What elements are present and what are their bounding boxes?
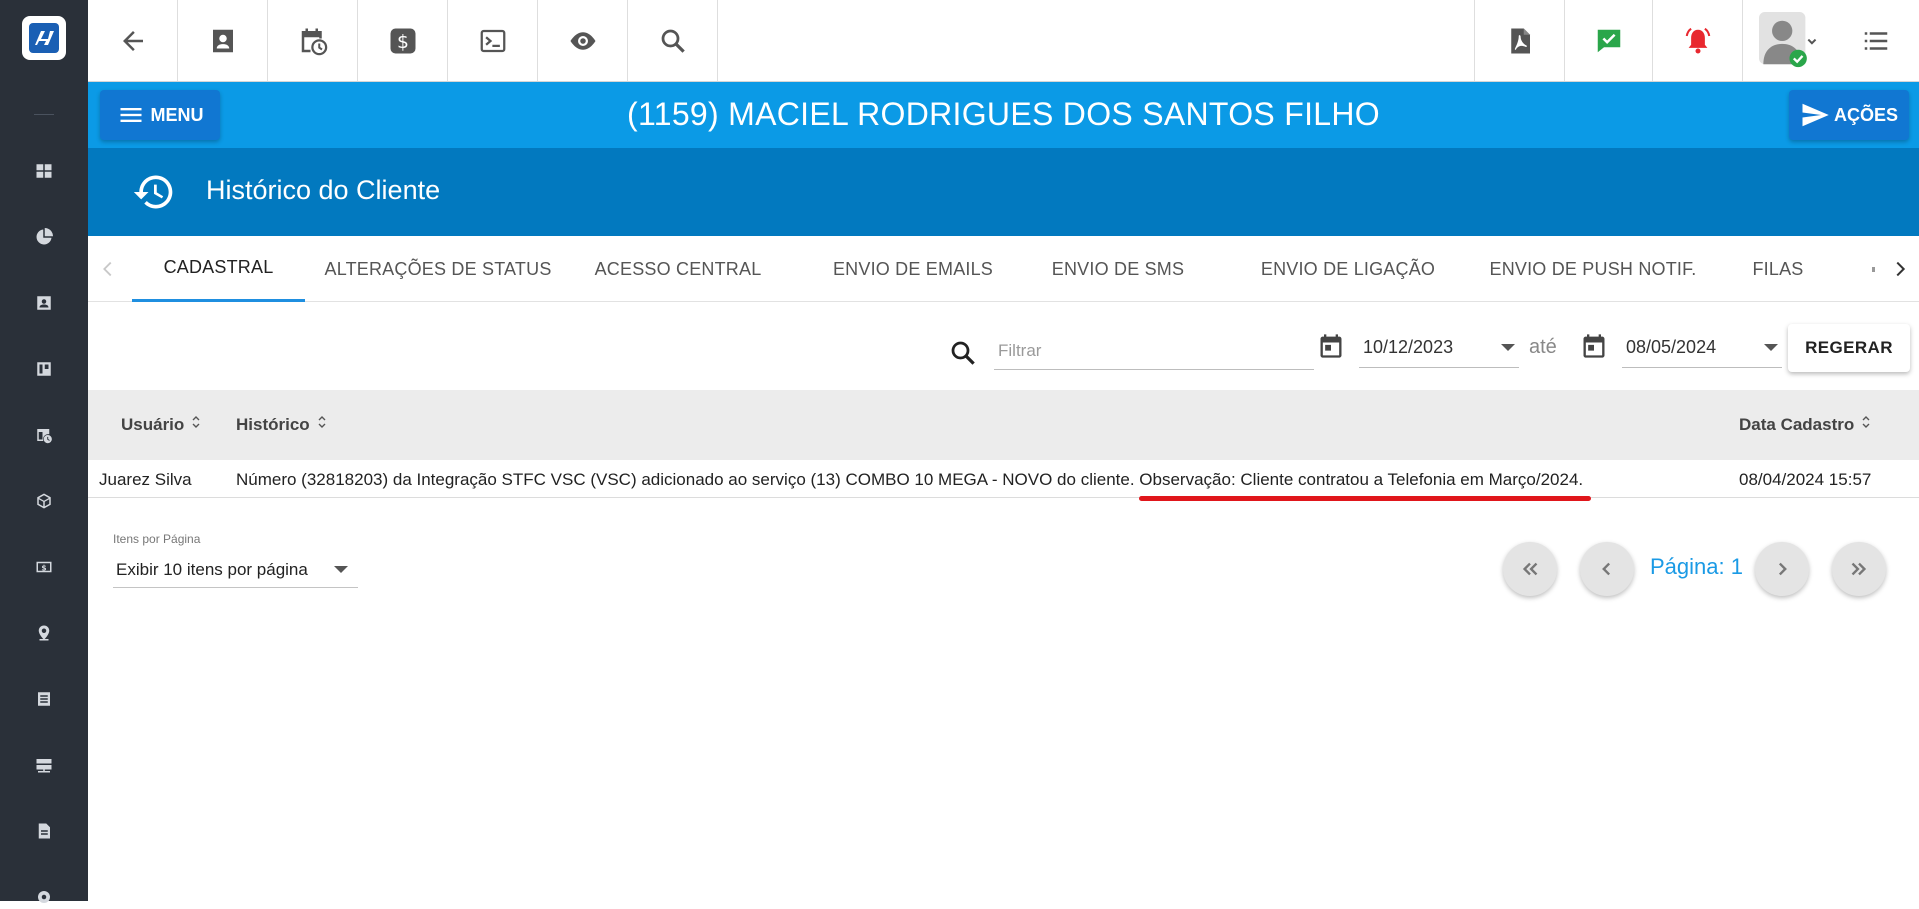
tab-cadastral[interactable]: CADASTRAL — [132, 236, 305, 302]
calendar-icon[interactable] — [1580, 332, 1610, 362]
actions-button-label: AÇÕES — [1833, 104, 1898, 125]
chevron-down-icon — [1764, 344, 1778, 351]
sort-icon — [190, 414, 202, 435]
first-page-button[interactable] — [1503, 542, 1557, 596]
table-header: Usuário Histórico Data Cadastro — [88, 390, 1919, 460]
package-icon[interactable] — [32, 489, 56, 513]
tab-alteracoes-de-status[interactable]: ALTERAÇÕES DE STATUS — [324, 236, 551, 302]
company-logo[interactable] — [22, 16, 66, 60]
chevron-right-icon — [1778, 562, 1787, 576]
menu-list-icon[interactable] — [1832, 0, 1919, 81]
history-observation: Observação: Cliente contratou a Telefoni… — [1139, 470, 1592, 501]
user-avatar[interactable] — [1742, 0, 1832, 81]
tab-envio-de-sms[interactable]: ENVIO DE SMS — [1048, 236, 1188, 302]
client-card-icon[interactable] — [178, 0, 268, 81]
sort-icon — [316, 414, 328, 435]
search-icon — [948, 338, 978, 368]
settings-icon[interactable] — [32, 885, 56, 909]
send-icon — [1802, 103, 1829, 127]
contact-card-icon[interactable] — [32, 291, 56, 315]
tab-overflow-fragment — [1872, 267, 1875, 272]
logo-mark — [29, 23, 59, 53]
tabs-scroll-left-icon[interactable] — [96, 256, 120, 282]
tabs-scroll-right-icon[interactable] — [1888, 256, 1912, 282]
tab-envio-de-push-notif[interactable]: ENVIO DE PUSH NOTIF. — [1488, 236, 1698, 302]
date-range-separator: até — [1529, 336, 1557, 358]
tab-envio-de-ligacao[interactable]: ENVIO DE LIGAÇÃO — [1258, 236, 1438, 302]
document-icon[interactable] — [32, 819, 56, 843]
calendar-clock-icon[interactable] — [268, 0, 358, 81]
list-icon[interactable] — [32, 687, 56, 711]
calendar-clock-icon[interactable] — [32, 423, 56, 447]
tab-acesso-central[interactable]: ACESSO CENTRAL — [595, 236, 762, 302]
alarm-bell-icon[interactable] — [1652, 0, 1742, 81]
chevron-down-icon — [1501, 344, 1515, 351]
red-underline-annotation — [1139, 496, 1592, 501]
search-icon[interactable] — [628, 0, 718, 81]
avatar-image — [1758, 11, 1816, 67]
items-per-page-label: Itens por Página — [113, 532, 201, 546]
client-title-bar: MENU (1159) MACIEL RODRIGUES DOS SANTOS … — [88, 82, 1919, 148]
next-page-button[interactable] — [1755, 542, 1809, 596]
sidebar-divider — [34, 114, 54, 115]
sort-icon — [1860, 414, 1872, 435]
eye-icon[interactable] — [538, 0, 628, 81]
section-header: Histórico do Cliente — [88, 148, 1919, 236]
double-chevron-right-icon — [1851, 562, 1867, 576]
tab-bar: CADASTRAL ALTERAÇÕES DE STATUS ACESSO CE… — [88, 236, 1919, 302]
filter-row: 10/12/2023 até 08/05/2024 REGERAR — [88, 302, 1919, 390]
last-page-button[interactable] — [1832, 542, 1886, 596]
dashboard-icon[interactable] — [32, 159, 56, 183]
history-main-text: Número (32818203) da Integração STFC VSC… — [236, 470, 1135, 489]
table-row[interactable]: Juarez Silva Número (32818203) da Integr… — [88, 460, 1919, 501]
pie-chart-icon[interactable] — [32, 225, 56, 249]
double-chevron-left-icon — [1522, 562, 1538, 576]
location-icon[interactable] — [32, 621, 56, 645]
column-header-history[interactable]: Histórico — [236, 414, 328, 435]
page-indicator: Página: 1 — [1650, 554, 1743, 579]
actions-button[interactable]: AÇÕES — [1789, 90, 1909, 140]
items-per-page-value: Exibir 10 itens por página — [116, 559, 308, 579]
pdf-icon[interactable] — [1474, 0, 1564, 81]
regenerate-button[interactable]: REGERAR — [1788, 324, 1910, 372]
date-to-field[interactable]: 08/05/2024 — [1622, 328, 1782, 368]
filter-input[interactable] — [994, 332, 1314, 370]
column-header-history-label: Histórico — [236, 414, 310, 434]
client-title: (1159) MACIEL RODRIGUES DOS SANTOS FILHO — [627, 96, 1380, 132]
svg-text:$: $ — [41, 563, 46, 572]
date-from-value: 10/12/2023 — [1363, 337, 1454, 357]
cell-user: Juarez Silva — [99, 470, 192, 489]
left-sidebar: $ — [0, 0, 88, 903]
kanban-icon[interactable] — [32, 357, 56, 381]
tab-filas[interactable]: FILAS — [1748, 236, 1808, 302]
date-from-field[interactable]: 10/12/2023 — [1359, 328, 1519, 368]
previous-page-button[interactable] — [1580, 542, 1634, 596]
history-observation-text: Observação: Cliente contratou a Telefoni… — [1139, 470, 1584, 489]
check-message-icon[interactable] — [1564, 0, 1652, 81]
column-header-date[interactable]: Data Cadastro — [1739, 414, 1872, 435]
column-header-user-label: Usuário — [121, 414, 185, 434]
items-per-page-select[interactable]: Exibir 10 itens por página — [113, 552, 358, 588]
cell-date: 08/04/2024 15:57 — [1739, 470, 1872, 489]
back-arrow-icon[interactable] — [88, 0, 178, 81]
calendar-icon[interactable] — [1317, 332, 1347, 362]
terminal-icon[interactable] — [448, 0, 538, 81]
history-icon — [132, 170, 176, 214]
section-title: Histórico do Cliente — [206, 175, 441, 205]
chevron-down-icon — [334, 566, 348, 573]
column-header-date-label: Data Cadastro — [1739, 414, 1855, 434]
chevron-left-icon — [1602, 562, 1611, 576]
top-toolbar: $ — [88, 0, 1919, 82]
server-icon[interactable] — [32, 753, 56, 777]
money-icon[interactable]: $ — [32, 555, 56, 579]
tab-envio-de-emails[interactable]: ENVIO DE EMAILS — [828, 236, 998, 302]
cell-history: Número (32818203) da Integração STFC VSC… — [236, 470, 1592, 501]
svg-text:$: $ — [397, 31, 409, 52]
date-to-value: 08/05/2024 — [1626, 337, 1717, 357]
column-header-user[interactable]: Usuário — [121, 414, 202, 435]
dollar-icon[interactable]: $ — [358, 0, 448, 81]
